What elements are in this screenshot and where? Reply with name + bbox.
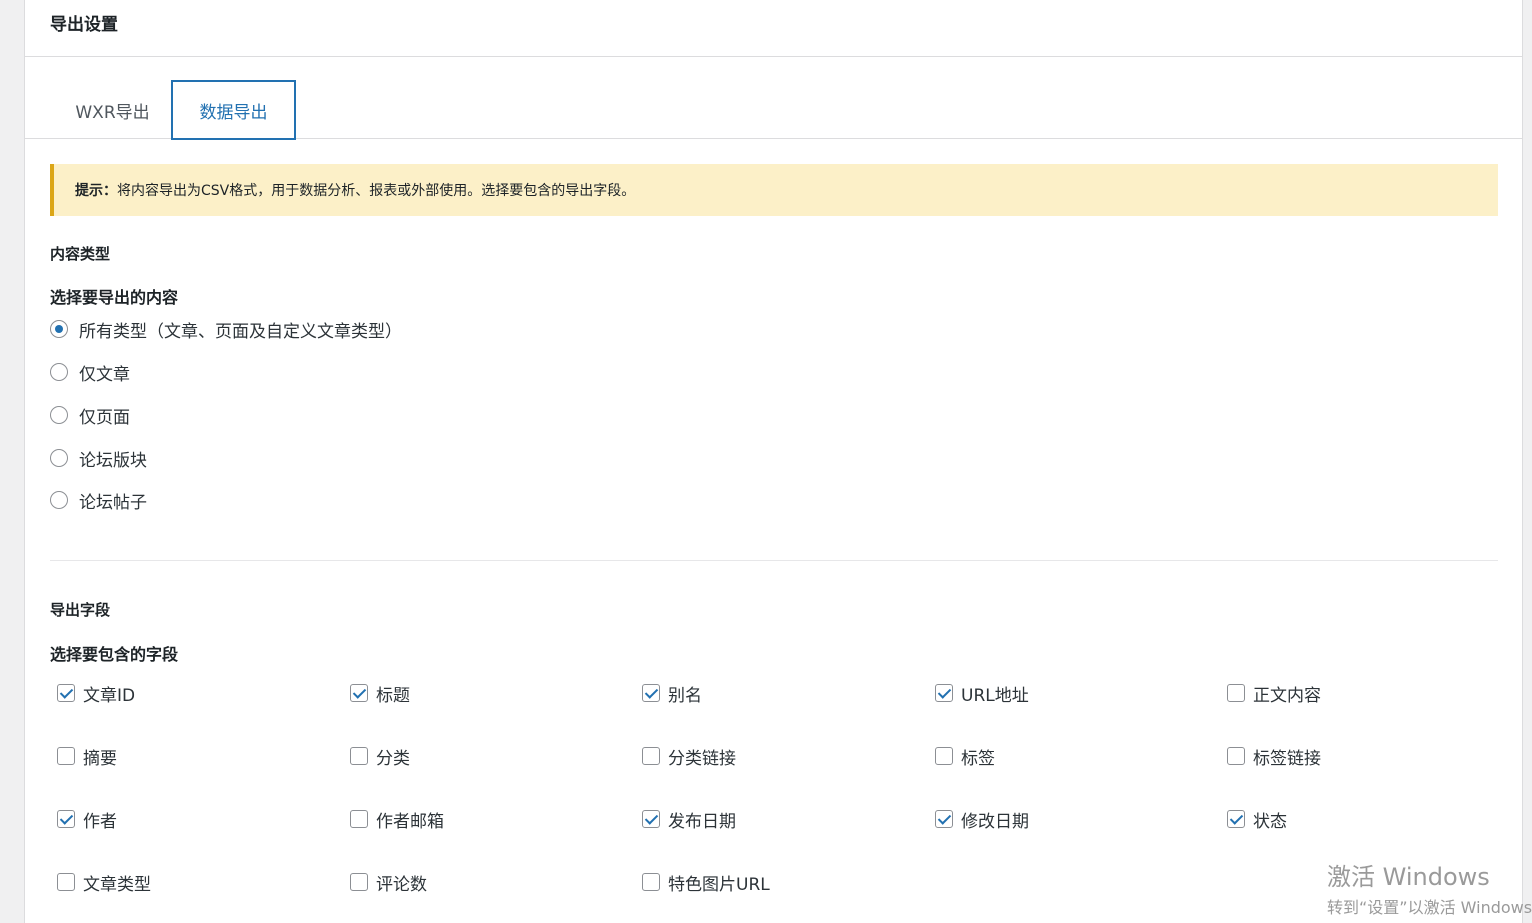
radio-button[interactable] (50, 320, 68, 338)
notice-prefix: 提示： (75, 183, 117, 199)
fields-section-title: 导出字段 (50, 601, 111, 619)
field-post-type[interactable]: 文章类型 (57, 869, 151, 895)
tab-wxr-export[interactable]: WXR导出 (55, 81, 170, 139)
field-category[interactable]: 分类 (350, 743, 410, 769)
radio-forum-boards[interactable]: 论坛版块 (50, 445, 147, 471)
radio-button[interactable] (50, 491, 68, 509)
field-tag-link[interactable]: 标签链接 (1227, 743, 1321, 769)
checkbox[interactable] (935, 747, 953, 765)
windows-activation-watermark: 激活 Windows 转到“设置”以激活 Windows。 (1327, 857, 1532, 918)
checkbox-label: 标签链接 (1253, 748, 1321, 769)
checkbox[interactable] (642, 684, 660, 702)
checkbox-label: 发布日期 (668, 811, 736, 832)
checkbox[interactable] (642, 873, 660, 891)
checkbox-label: 分类链接 (668, 748, 736, 769)
checkbox[interactable] (1227, 684, 1245, 702)
field-title[interactable]: 标题 (350, 680, 410, 706)
checkbox-label: 标签 (961, 748, 995, 769)
radio-label: 仅文章 (79, 364, 130, 385)
field-slug[interactable]: 别名 (642, 680, 702, 706)
tab-bar: WXR导出 数据导出 (25, 57, 1522, 140)
checkbox[interactable] (1227, 810, 1245, 828)
field-modified-date[interactable]: 修改日期 (935, 806, 1029, 832)
checkbox-label: 文章ID (83, 685, 136, 706)
notice-text: 将内容导出为CSV格式，用于数据分析、报表或外部使用。选择要包含的导出字段。 (117, 183, 636, 199)
field-category-link[interactable]: 分类链接 (642, 743, 736, 769)
radio-pages-only[interactable]: 仅页面 (50, 402, 130, 428)
field-author[interactable]: 作者 (57, 806, 117, 832)
checkbox[interactable] (57, 747, 75, 765)
radio-forum-topics[interactable]: 论坛帖子 (50, 487, 147, 513)
radio-posts-only[interactable]: 仅文章 (50, 359, 130, 385)
watermark-line1: 激活 Windows (1327, 863, 1490, 891)
checkbox[interactable] (642, 810, 660, 828)
checkbox[interactable] (350, 873, 368, 891)
field-featured-image-url[interactable]: 特色图片URL (642, 869, 770, 895)
fields-prompt: 选择要包含的字段 (50, 645, 179, 664)
checkbox[interactable] (57, 684, 75, 702)
content-type-prompt: 选择要导出的内容 (50, 288, 179, 307)
checkbox-label: 状态 (1253, 811, 1287, 832)
field-comment-count[interactable]: 评论数 (350, 869, 427, 895)
checkbox-label: 作者 (83, 811, 117, 832)
checkbox-label: 标题 (376, 685, 410, 706)
radio-label: 所有类型（文章、页面及自定义文章类型） (79, 321, 402, 342)
section-divider (50, 560, 1498, 561)
checkbox-label: 正文内容 (1253, 685, 1321, 706)
checkbox-label: URL地址 (961, 685, 1029, 706)
checkbox-label: 别名 (668, 685, 702, 706)
checkbox[interactable] (350, 684, 368, 702)
tab-data-export[interactable]: 数据导出 (171, 80, 296, 140)
checkbox-label: 摘要 (83, 748, 117, 769)
checkbox-label: 分类 (376, 748, 410, 769)
checkbox-label: 特色图片URL (668, 874, 770, 895)
checkbox[interactable] (57, 810, 75, 828)
field-url[interactable]: URL地址 (935, 680, 1029, 706)
checkbox[interactable] (350, 747, 368, 765)
checkbox[interactable] (57, 873, 75, 891)
field-content[interactable]: 正文内容 (1227, 680, 1321, 706)
checkbox[interactable] (935, 810, 953, 828)
field-publish-date[interactable]: 发布日期 (642, 806, 736, 832)
radio-label: 论坛帖子 (79, 492, 147, 513)
radio-label: 仅页面 (79, 407, 130, 428)
field-status[interactable]: 状态 (1227, 806, 1287, 832)
checkbox[interactable] (642, 747, 660, 765)
radio-all-types[interactable]: 所有类型（文章、页面及自定义文章类型） (50, 316, 402, 342)
checkbox-label: 文章类型 (83, 874, 151, 895)
field-excerpt[interactable]: 摘要 (57, 743, 117, 769)
panel-header: 导出设置 (25, 0, 1522, 57)
radio-button[interactable] (50, 363, 68, 381)
radio-button[interactable] (50, 449, 68, 467)
page-title: 导出设置 (50, 15, 118, 35)
checkbox[interactable] (1227, 747, 1245, 765)
checkbox[interactable] (935, 684, 953, 702)
content-type-section-title: 内容类型 (50, 245, 111, 263)
export-settings-panel: 导出设置 WXR导出 数据导出 提示： 将内容导出为CSV格式，用于数据分析、报… (24, 0, 1523, 923)
checkbox-label: 修改日期 (961, 811, 1029, 832)
radio-label: 论坛版块 (79, 450, 147, 471)
tip-notice: 提示： 将内容导出为CSV格式，用于数据分析、报表或外部使用。选择要包含的导出字… (50, 164, 1498, 216)
radio-button[interactable] (50, 406, 68, 424)
checkbox-label: 评论数 (376, 874, 427, 895)
watermark-line2: 转到“设置”以激活 Windows。 (1327, 898, 1532, 917)
checkbox-label: 作者邮箱 (376, 811, 444, 832)
field-post-id[interactable]: 文章ID (57, 680, 135, 706)
field-author-email[interactable]: 作者邮箱 (350, 806, 444, 832)
checkbox[interactable] (350, 810, 368, 828)
field-tags[interactable]: 标签 (935, 743, 995, 769)
